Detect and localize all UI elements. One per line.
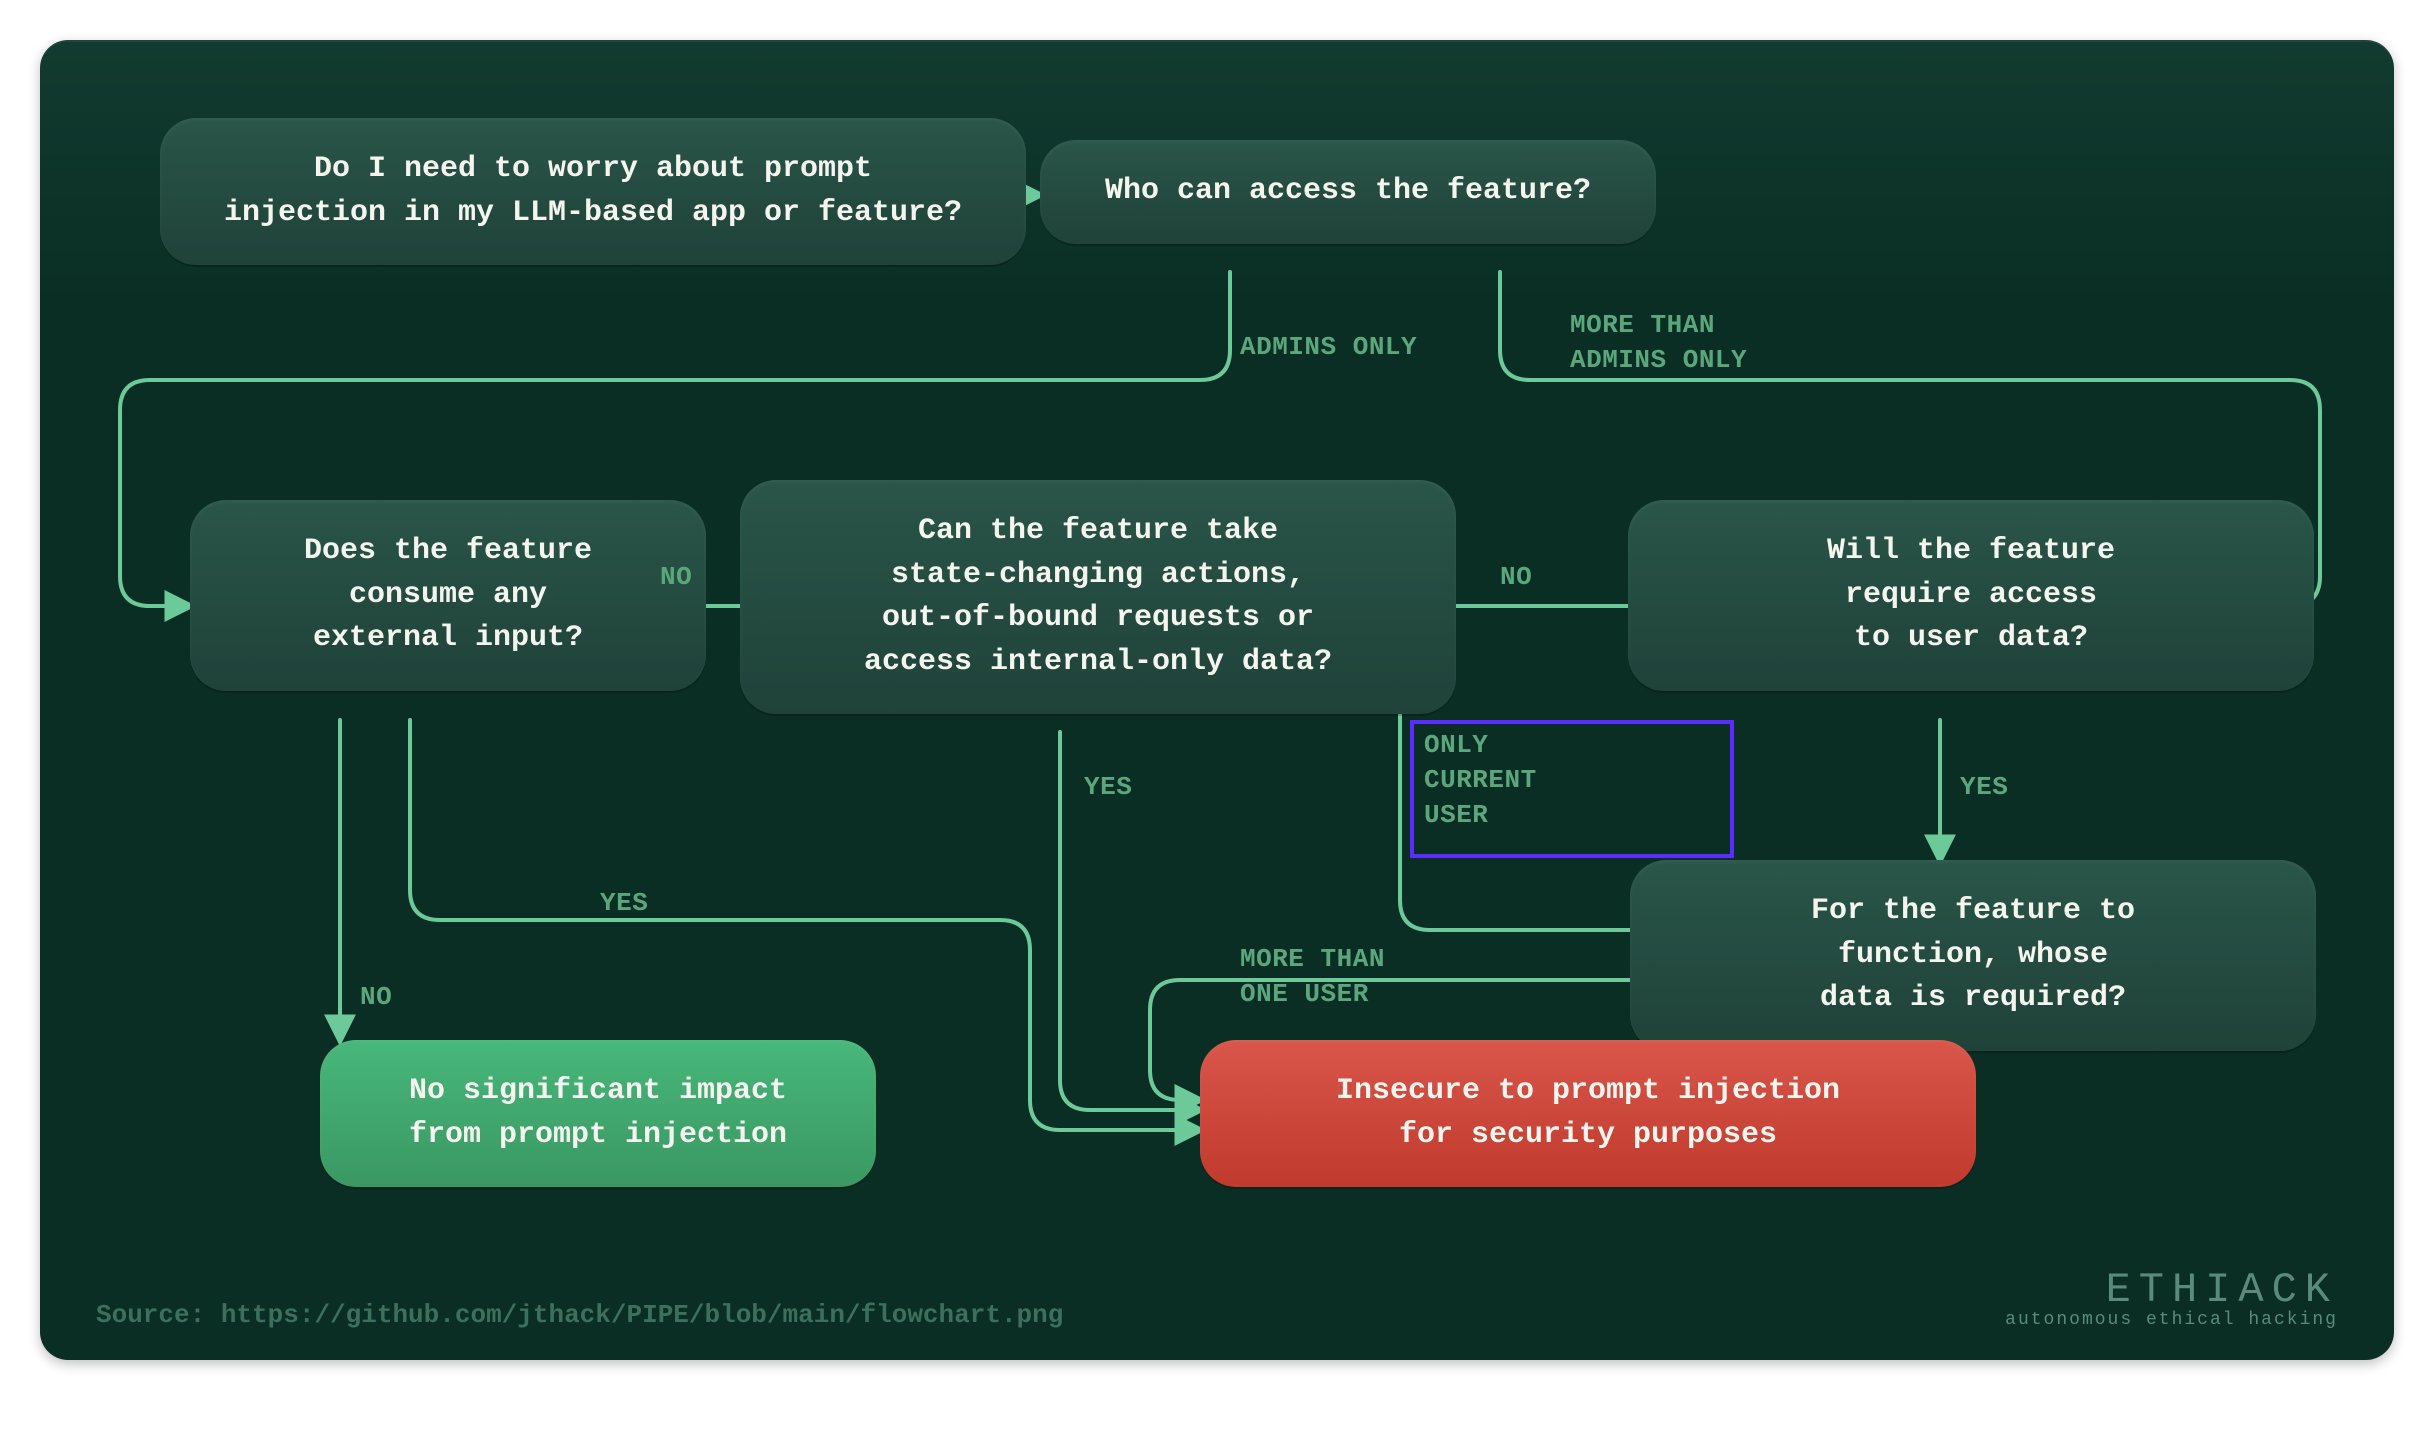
node-result-insecure: Insecure to prompt injection for securit… <box>1200 1040 1976 1187</box>
node-whose-data: For the feature to function, whose data … <box>1630 860 2316 1051</box>
edge-label-only-current-user: ONLY CURRENT USER <box>1424 728 1537 833</box>
edge-label-no-external: NO <box>360 980 392 1015</box>
edge-label-yes-statechanging: YES <box>1084 770 1132 805</box>
flowchart-canvas: Do I need to worry about prompt injectio… <box>40 40 2394 1360</box>
edge-label-admins-only: ADMINS ONLY <box>1240 330 1417 365</box>
edge-label-no-statechanging: NO <box>660 560 692 595</box>
edge-label-yes-userdata: YES <box>1960 770 2008 805</box>
source-attribution: Source: https://github.com/jthack/PIPE/b… <box>96 1300 1063 1330</box>
brand-block: ETHIACK autonomous ethical hacking <box>2005 1266 2338 1330</box>
node-state-changing: Can the feature take state-changing acti… <box>740 480 1456 714</box>
node-result-safe: No significant impact from prompt inject… <box>320 1040 876 1187</box>
edge-label-more-than-one-user: MORE THAN ONE USER <box>1240 942 1385 1012</box>
node-user-data: Will the feature require access to user … <box>1628 500 2314 691</box>
node-who-can-access: Who can access the feature? <box>1040 140 1656 244</box>
edge-label-yes-external: YES <box>600 886 648 921</box>
brand-logo: ETHIACK <box>2005 1266 2338 1314</box>
node-external-input: Does the feature consume any external in… <box>190 500 706 691</box>
brand-tagline: autonomous ethical hacking <box>2005 1310 2338 1330</box>
edge-label-no-userdata: NO <box>1500 560 1532 595</box>
node-start-question: Do I need to worry about prompt injectio… <box>160 118 1026 265</box>
edge-label-more-than-admins: MORE THAN ADMINS ONLY <box>1570 308 1747 378</box>
